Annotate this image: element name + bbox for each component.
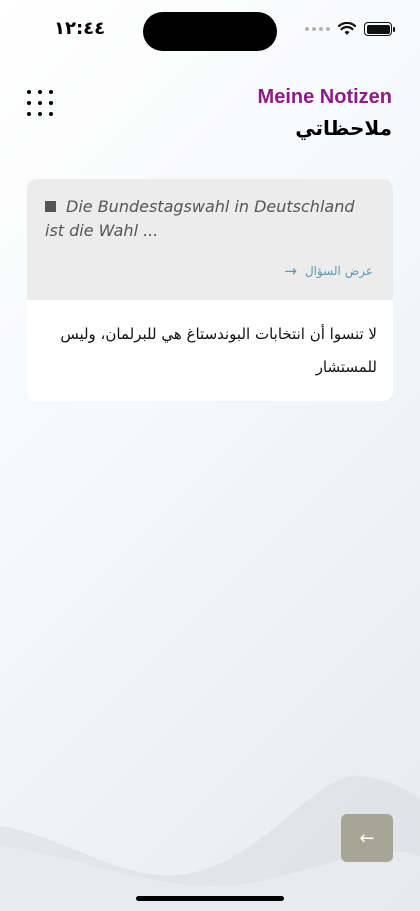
status-icons [305, 22, 395, 36]
note-card: Die Bundestagswahl in Deutschland ist di… [27, 179, 393, 401]
back-button[interactable]: ← [341, 814, 393, 862]
question-bullet-icon [45, 201, 56, 212]
page-title-en: Meine Notizen [257, 86, 392, 108]
page-title-ar: ملاحظاتي [295, 116, 392, 140]
note-text: لا تنسوا أن انتخابات البوندستاغ هي للبرل… [60, 325, 377, 376]
battery-icon [364, 22, 395, 36]
grid-menu-icon[interactable] [27, 90, 55, 118]
wifi-icon [338, 22, 356, 35]
dynamic-island [143, 12, 277, 51]
arrow-right-icon: → [284, 262, 297, 280]
status-bar: ١٢:٤٤ [0, 0, 420, 60]
show-question-label: عرض السؤال [304, 264, 373, 278]
status-time: ١٢:٤٤ [54, 18, 106, 39]
question-text: Die Bundestagswahl in Deutschland ist di… [45, 197, 355, 240]
question-box: Die Bundestagswahl in Deutschland ist di… [27, 179, 393, 300]
arrow-left-icon: ← [359, 827, 375, 849]
question-preview: Die Bundestagswahl in Deutschland ist di… [45, 195, 373, 243]
home-indicator[interactable] [136, 896, 284, 901]
show-question-link[interactable]: عرض السؤال → [284, 262, 373, 280]
signal-icon [305, 27, 330, 31]
